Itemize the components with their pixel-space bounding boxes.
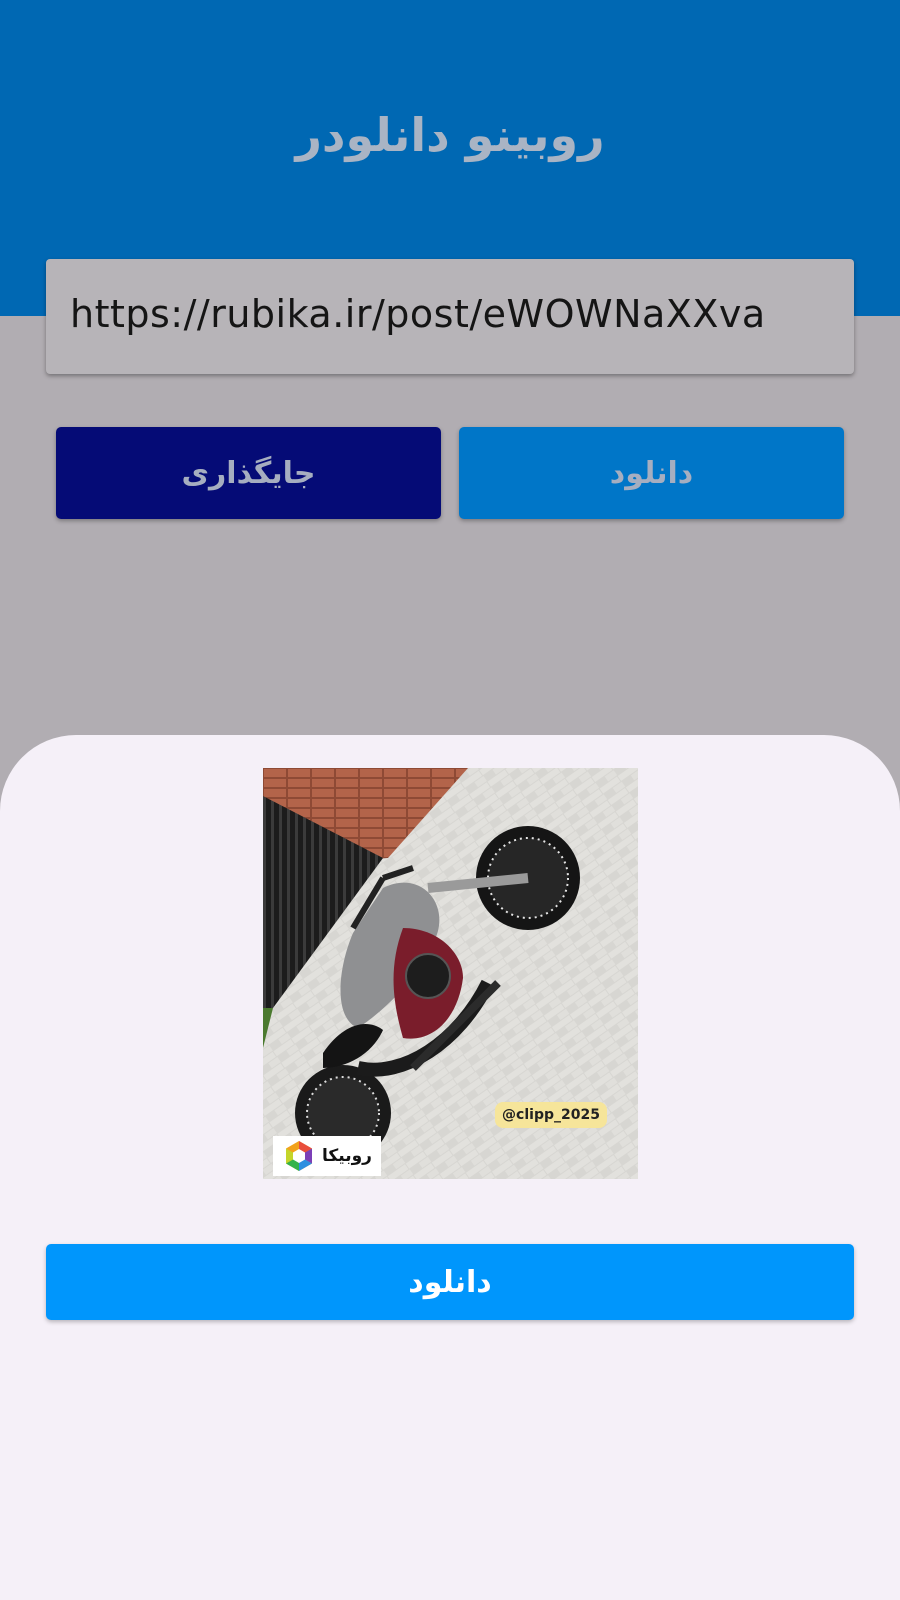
url-input[interactable]: https://rubika.ir/post/eWOWNaXXva	[46, 259, 854, 374]
watermark-tag: @clipp_2025	[495, 1102, 607, 1128]
post-preview-image: @clipp_2025 روبیکا	[263, 768, 638, 1179]
download-button-top[interactable]: دانلود	[459, 427, 844, 519]
rubika-logo: روبیکا	[273, 1136, 381, 1176]
rubika-logo-text: روبیکا	[322, 1146, 372, 1166]
download-button[interactable]: دانلود	[46, 1244, 854, 1320]
app-title: روبینو دانلودر	[295, 108, 605, 162]
url-input-value: https://rubika.ir/post/eWOWNaXXva	[70, 292, 766, 336]
paste-button[interactable]: جایگذاری	[56, 427, 441, 519]
rubika-icon	[286, 1141, 313, 1171]
